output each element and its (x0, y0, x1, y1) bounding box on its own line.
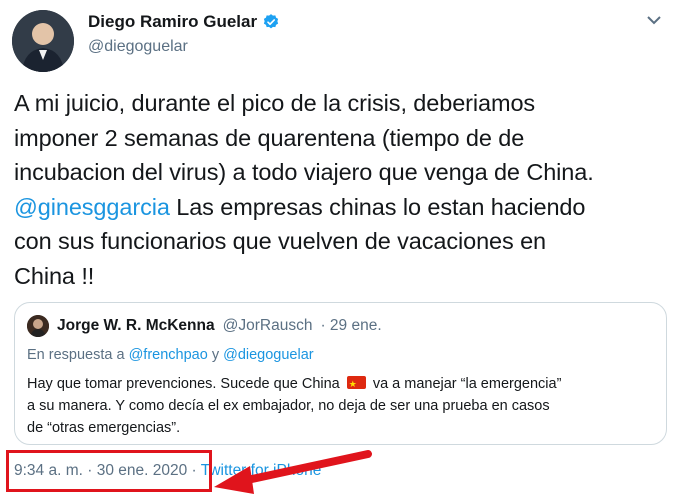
mention-link[interactable]: @ginesggarcia (14, 194, 170, 220)
author-name[interactable]: Diego Ramiro Guelar (88, 12, 257, 32)
author-handle[interactable]: @diegoguelar (88, 38, 188, 56)
tweet-line: @ginesggarcia Las empresas chinas lo est… (14, 190, 674, 225)
tweet-line: imponer 2 semanas de quarentena (tiempo … (14, 124, 525, 151)
tweet-line: incubacion del virus) a todo viajero que… (14, 159, 594, 185)
quoted-tweet-text: Hay que tomar prevenciones. Sucede que C… (27, 373, 655, 439)
quoted-author-name[interactable]: Jorge W. R. McKenna (57, 317, 215, 335)
quoted-tweet-line: a su manera. Y como decía el ex embajado… (27, 398, 550, 414)
quoted-text-segment: va a manejar “la emergencia” (372, 376, 562, 392)
quoted-tweet-line: de “otras emergencias”. (27, 420, 181, 436)
tweet-line: A mi juicio, durante el pico de la crisi… (14, 90, 536, 116)
author-name-row[interactable]: Diego Ramiro Guelar (88, 12, 280, 32)
quoted-tweet-card[interactable]: Jorge W. R. McKenna @JorRausch · 29 ene.… (14, 302, 667, 445)
reply-mention-link[interactable]: @diegoguelar (223, 347, 314, 363)
reply-context: En respuesta a @frenchpao y @diegoguelar (27, 347, 314, 363)
reply-connector: y (207, 347, 224, 363)
quoted-tweet-line: Hay que tomar prevenciones. Sucede que C… (27, 373, 655, 395)
quoted-author-handle[interactable]: @JorRausch (223, 317, 313, 335)
china-flag-icon (346, 373, 366, 395)
quoted-tweet-date[interactable]: · 29 ene. (320, 317, 381, 335)
tweet-line: China !! (14, 262, 95, 289)
author-avatar[interactable] (12, 10, 74, 72)
quoted-text-segment: Hay que tomar prevenciones. Sucede que C… (27, 376, 340, 392)
quoted-tweet-header: Jorge W. R. McKenna @JorRausch · 29 ene. (27, 315, 382, 337)
quoted-author-avatar[interactable] (27, 315, 49, 337)
tweet-text: A mi juicio, durante el pico de la crisi… (14, 86, 674, 293)
tweet-line: con sus funcionarios que vuelven de vaca… (14, 228, 547, 254)
reply-prefix: En respuesta a (27, 347, 129, 363)
reply-mention-link[interactable]: @frenchpao (129, 347, 208, 363)
annotation-highlight-box (6, 450, 212, 492)
chevron-down-icon[interactable] (646, 14, 662, 26)
avatar-photo (12, 10, 74, 72)
verified-badge-icon (262, 13, 280, 31)
annotation-arrow-icon (214, 450, 372, 494)
tweet-line-text: Las empresas chinas lo estan haciendo (169, 193, 586, 220)
